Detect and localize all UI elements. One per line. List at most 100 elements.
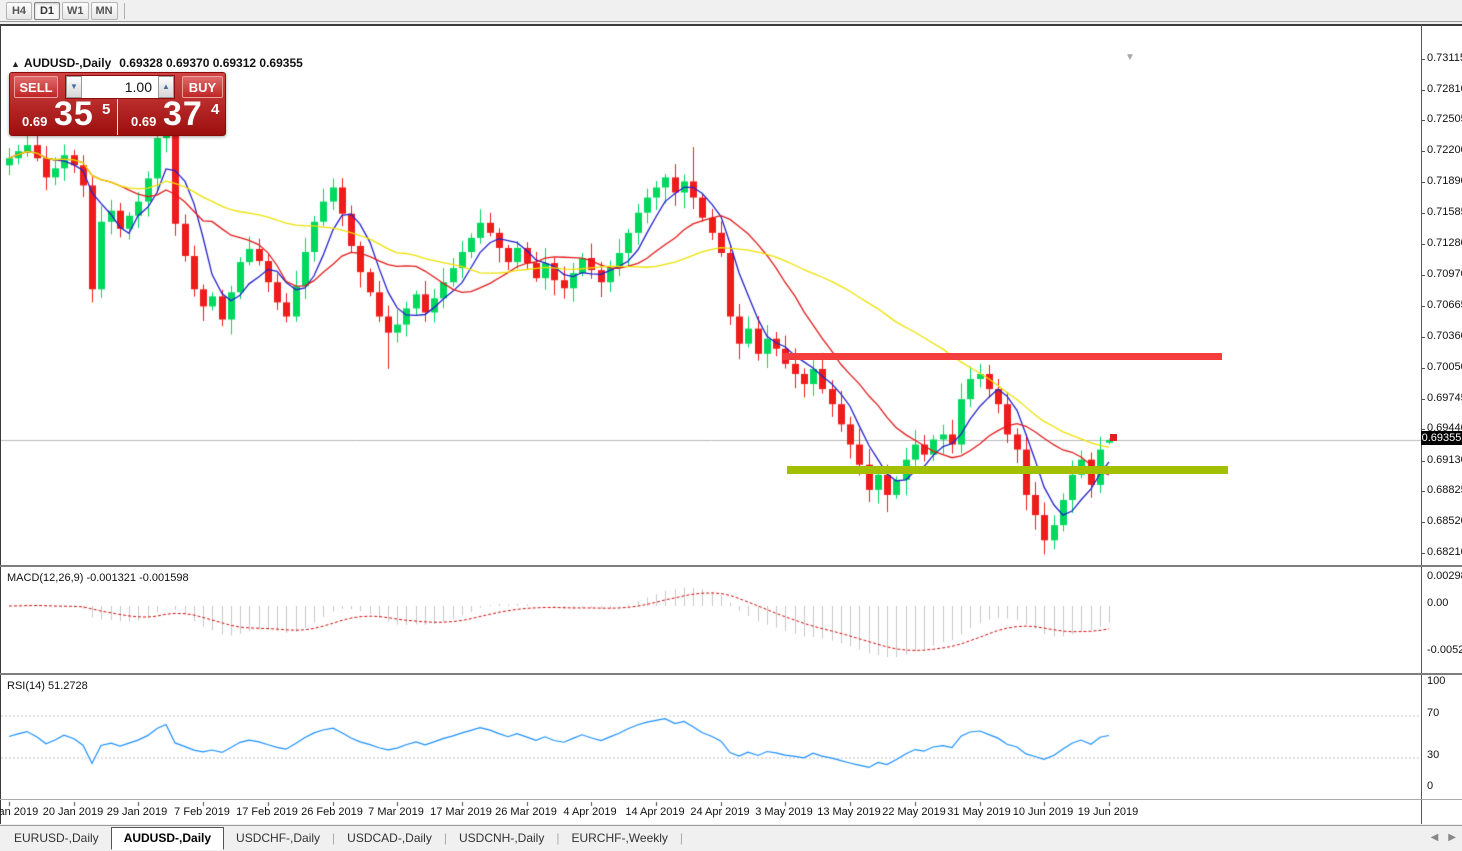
- price-axis-label: 0.70360: [1427, 329, 1462, 342]
- price-chart-canvas[interactable]: [1, 26, 1422, 826]
- chart-tab-audusd[interactable]: AUDUSD-,Daily: [110, 827, 225, 850]
- rsi-label: RSI(14) 51.2728: [7, 680, 88, 692]
- terminal-window: H4 D1 W1 MN ▲ AUDUSD-,Daily 0.69328 0.69370 0…: [0, 0, 1462, 851]
- pane-separator[interactable]: [0, 565, 1462, 567]
- price-axis-label: 0.72505: [1427, 113, 1462, 126]
- date-axis-label: 10 Jan 2019: [0, 806, 39, 818]
- price-axis-tick: [1421, 367, 1425, 369]
- current-price-tag: 0.69355: [1421, 431, 1462, 445]
- timeframe-button-w1[interactable]: W1: [62, 1, 89, 20]
- chart-tab-usdcnh[interactable]: USDCNH-,Daily: [447, 828, 556, 849]
- date-axis-label: 26 Feb 2019: [301, 806, 363, 818]
- date-axis-label: 4 Apr 2019: [563, 806, 617, 818]
- buy-price-base: 0.69: [131, 114, 157, 129]
- chart-tab-usdcad[interactable]: USDCAD-,Daily: [335, 828, 444, 849]
- timeframe-toolbar: H4 D1 W1 MN: [0, 0, 1462, 22]
- price-axis-label: 0.68210: [1427, 546, 1462, 559]
- price-axis-border: [1421, 24, 1422, 824]
- date-axis-label: 3 May 2019: [755, 806, 813, 818]
- macd-label: MACD(12,26,9) -0.001321 -0.001598: [7, 572, 189, 584]
- price-axis-tick: [1421, 305, 1425, 307]
- price-axis-tick: [1421, 491, 1425, 493]
- pane-separator[interactable]: [0, 673, 1462, 675]
- toolbar-divider: [123, 2, 125, 19]
- price-axis-label: 0.72200: [1427, 144, 1462, 157]
- timeframe-button-mn[interactable]: MN: [90, 1, 118, 20]
- price-axis-label: 0.71585: [1427, 206, 1462, 219]
- date-axis-label: 19 Jun 2019: [1077, 806, 1139, 818]
- macd-axis-label: 0.002984: [1427, 570, 1462, 583]
- rsi-axis-label: 0: [1427, 780, 1434, 792]
- current-bar-marker: [1110, 434, 1117, 441]
- price-axis-tick: [1421, 398, 1425, 400]
- chart-symbol-period: AUDUSD-,Daily: [23, 56, 112, 70]
- date-axis-label: 24 Apr 2019: [690, 806, 750, 818]
- macd-axis-label: 0.00: [1427, 597, 1449, 609]
- rsi-axis-label: 70: [1427, 706, 1440, 719]
- price-axis-label: 0.69745: [1427, 391, 1462, 404]
- buy-price-panel[interactable]: 0.69 37 4: [119, 95, 225, 135]
- sell-price-base: 0.69: [22, 114, 48, 129]
- date-axis-label: 7 Feb 2019: [174, 806, 230, 818]
- price-axis-label: 0.70050: [1427, 360, 1462, 373]
- chart-title: ▲ AUDUSD-,Daily 0.69328 0.69370 0.69312 0.…: [11, 56, 303, 70]
- date-axis-label: 29 Jan 2019: [106, 806, 168, 818]
- price-axis-tick: [1421, 553, 1425, 555]
- buy-price-big: 37: [163, 95, 203, 133]
- price-axis-label: 0.68520: [1427, 515, 1462, 528]
- chart-tab-eurusd[interactable]: EURUSD-,Daily: [2, 828, 111, 849]
- date-axis-label: 20 Jan 2019: [42, 806, 104, 818]
- price-axis-label: 0.70665: [1427, 298, 1462, 311]
- price-axis-tick: [1421, 336, 1425, 338]
- support-line: [787, 466, 1228, 474]
- chart-tabbar: EURUSD-,Daily AUDUSD-,Daily USDCHF-,Daily |…: [0, 825, 1462, 851]
- chart-window[interactable]: ▲ AUDUSD-,Daily 0.69328 0.69370 0.69312 0.…: [0, 24, 1462, 826]
- date-axis-label: 7 Mar 2019: [368, 806, 424, 818]
- macd-axis-label: -0.005256: [1427, 644, 1462, 657]
- price-axis-tick: [1421, 58, 1425, 60]
- sell-button[interactable]: SELL: [14, 76, 58, 98]
- chart-tab-usdchf[interactable]: USDCHF-,Daily: [224, 828, 332, 849]
- tab-separator: |: [679, 831, 684, 845]
- price-axis-tick: [1421, 213, 1425, 215]
- price-axis-tick: [1421, 89, 1425, 91]
- price-axis-label: 0.73115: [1427, 51, 1462, 64]
- date-axis-label: 26 Mar 2019: [495, 806, 557, 818]
- chart-tab-eurchf[interactable]: EURCHF-,Weekly: [559, 828, 679, 849]
- rsi-axis-label: 100: [1427, 675, 1446, 687]
- sell-price-pip: 5: [102, 101, 111, 118]
- price-axis-tick: [1421, 182, 1425, 184]
- sell-price-big: 35: [54, 95, 94, 133]
- price-axis-label: 0.68825: [1427, 484, 1462, 497]
- sell-price-panel[interactable]: 0.69 35 5: [10, 95, 118, 135]
- resistance-line: [783, 353, 1222, 360]
- price-axis-tick: [1421, 460, 1425, 462]
- timeframe-button-h4[interactable]: H4: [6, 1, 32, 20]
- price-axis-label: 0.69130: [1427, 453, 1462, 466]
- price-axis-tick: [1421, 120, 1425, 122]
- price-axis-tick: [1421, 275, 1425, 277]
- tabs-scroll-right-icon[interactable]: ▶: [1448, 832, 1456, 843]
- rsi-axis-label: 30: [1427, 748, 1440, 761]
- date-axis-label: 10 Jun 2019: [1012, 806, 1074, 818]
- timeframe-button-d1[interactable]: D1: [34, 1, 60, 20]
- pane-separator: [0, 799, 1462, 800]
- date-axis-label: 22 May 2019: [882, 806, 946, 818]
- date-axis-label: 13 May 2019: [817, 806, 881, 818]
- date-axis-label: 31 May 2019: [947, 806, 1011, 818]
- symbol-arrow-icon: ▲: [11, 59, 20, 69]
- chart-ohlc-values: 0.69328 0.69370 0.69312 0.69355: [119, 56, 303, 70]
- price-axis-label: 0.72810: [1427, 82, 1462, 95]
- tabs-scroll-left-icon[interactable]: ◀: [1431, 832, 1439, 843]
- one-click-trading-panel: SELL ▼ ▲ BUY 0.69 35 5 0.69 37 4: [9, 72, 226, 136]
- price-axis-label: 0.71890: [1427, 175, 1462, 188]
- date-axis-label: 17 Mar 2019: [430, 806, 492, 818]
- price-axis-tick: [1421, 243, 1425, 245]
- price-axis-label: 0.70970: [1427, 268, 1462, 281]
- date-axis-label: 17 Feb 2019: [236, 806, 298, 818]
- price-axis-tick: [1421, 151, 1425, 153]
- buy-price-pip: 4: [211, 101, 220, 118]
- price-axis-tick: [1421, 522, 1425, 524]
- date-axis-label: 14 Apr 2019: [625, 806, 685, 818]
- collapse-panel-icon[interactable]: ▼: [1125, 52, 1135, 63]
